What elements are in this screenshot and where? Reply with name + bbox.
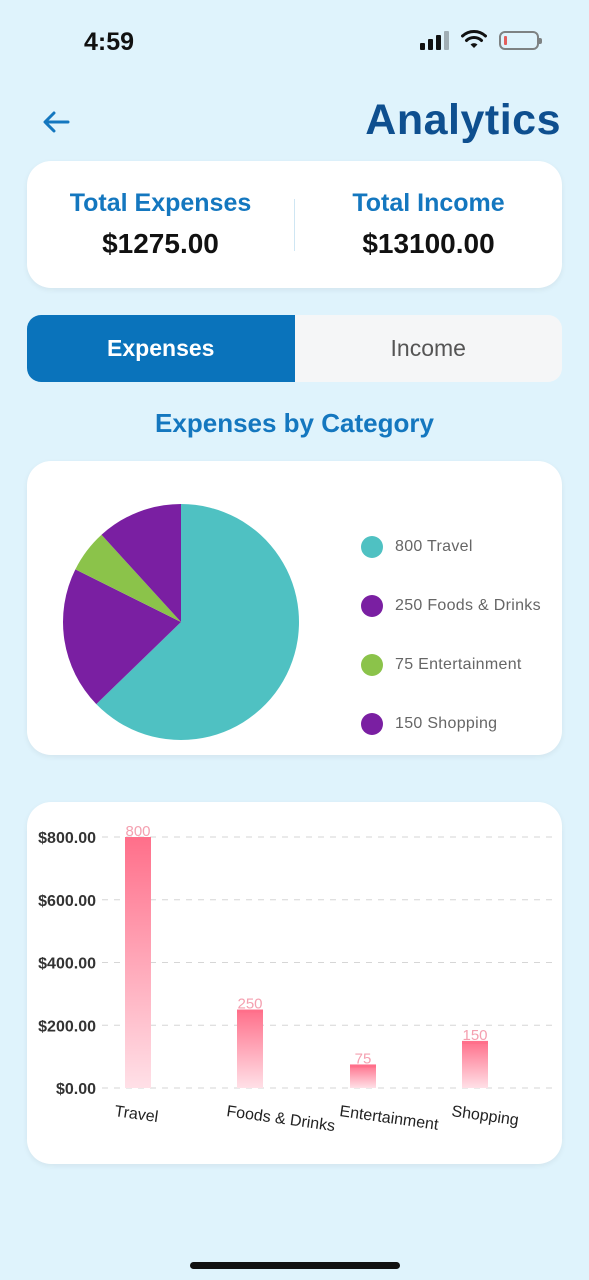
tab-income[interactable]: Income: [295, 315, 563, 382]
x-tick-label: Shopping: [450, 1103, 519, 1129]
legend-label: 75 Entertainment: [395, 655, 522, 673]
legend-dot: [361, 535, 383, 558]
status-time: 4:59: [84, 28, 135, 56]
tab-bar: Expenses Income: [27, 315, 562, 382]
home-indicator: [190, 1262, 400, 1269]
total-income-value: $13100.00: [362, 228, 495, 259]
bar-chart-card: $0.00 $200.00 $400.00 $600.00 $800.00 800 Trav…: [27, 802, 562, 1164]
total-expenses-value: $1275.00: [102, 228, 219, 259]
arrow-left-icon: [43, 111, 70, 133]
bar-value-label: 250: [237, 996, 262, 1013]
bar-entertainment: [350, 1064, 376, 1088]
y-tick-label: $0.00: [56, 1081, 96, 1098]
legend-label: 250 Foods & Drinks: [395, 596, 541, 614]
x-tick-label: Travel: [113, 1103, 159, 1126]
legend-label: 150 Shopping: [395, 714, 498, 732]
bar-travel: [125, 837, 151, 1088]
bar-value-label: 150: [462, 1027, 487, 1044]
legend-label: 800 Travel: [395, 537, 473, 555]
pie-chart: [63, 504, 299, 740]
battery-icon: [499, 30, 542, 50]
pie-legend: 800 Travel 250 Foods & Drinks 75 Enterta…: [361, 517, 541, 753]
back-button[interactable]: [38, 104, 74, 140]
page-title: Analytics: [365, 96, 561, 144]
total-expenses-label: Total Expenses: [69, 189, 252, 217]
bar-value-label: 75: [355, 1050, 372, 1067]
bar-chart: $0.00 $200.00 $400.00 $600.00 $800.00 800 Trav…: [38, 823, 557, 1135]
x-tick-label: Foods & Drinks: [225, 1103, 336, 1135]
legend-item: 150 Shopping: [361, 694, 541, 753]
total-expenses: Total Expenses $1275.00: [27, 189, 294, 260]
y-tick-label: $600.00: [38, 893, 96, 910]
y-tick-label: $200.00: [38, 1018, 96, 1035]
total-income: Total Income $13100.00: [295, 189, 562, 260]
bar-value-label: 800: [125, 823, 150, 840]
x-tick-label: Entertainment: [338, 1103, 440, 1134]
y-tick-label: $800.00: [38, 830, 96, 847]
legend-item: 800 Travel: [361, 517, 541, 576]
legend-dot: [361, 594, 383, 617]
legend-item: 250 Foods & Drinks: [361, 576, 541, 635]
bar-shopping: [462, 1040, 488, 1088]
pie-chart-card: 800 Travel 250 Foods & Drinks 75 Enterta…: [27, 461, 562, 755]
status-icons: [420, 30, 542, 50]
legend-dot: [361, 712, 383, 735]
legend-item: 75 Entertainment: [361, 635, 541, 694]
section-title: Expenses by Category: [155, 408, 434, 438]
totals-card: Total Expenses $1275.00 Total Income $13…: [27, 161, 562, 288]
bar-foods-drinks: [237, 1009, 263, 1088]
y-tick-label: $400.00: [38, 956, 96, 973]
total-income-label: Total Income: [352, 189, 505, 217]
legend-dot: [361, 653, 383, 676]
signal-icon: [420, 30, 449, 50]
wifi-icon: [461, 30, 487, 48]
tab-expenses[interactable]: Expenses: [27, 315, 295, 382]
